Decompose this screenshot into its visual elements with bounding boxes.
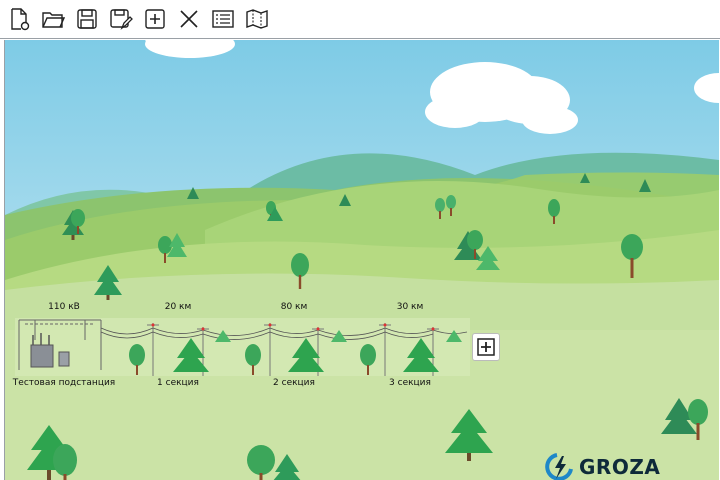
section-3-label[interactable]: 3 секция <box>389 378 431 388</box>
open-button[interactable] <box>39 5 67 33</box>
add-section-button[interactable] <box>472 333 500 361</box>
section-1-label[interactable]: 1 секция <box>157 378 199 388</box>
add-button[interactable] <box>141 5 169 33</box>
logo-text: GROZA <box>579 455 661 479</box>
map-button[interactable] <box>243 5 271 33</box>
close-button[interactable] <box>175 5 203 33</box>
voltage-label: 110 кВ <box>48 302 80 312</box>
section-2-length: 80 км <box>280 302 308 312</box>
list-button[interactable] <box>209 5 237 33</box>
power-line-scheme <box>15 318 470 376</box>
section-2-label[interactable]: 2 секция <box>273 378 315 388</box>
new-file-icon <box>11 8 30 31</box>
lightning-logo-icon <box>545 453 573 480</box>
landscape-background <box>5 40 719 480</box>
map-icon <box>246 9 268 29</box>
section-1-length: 20 км <box>164 302 192 312</box>
save-as-button[interactable] <box>107 5 135 33</box>
save-icon <box>77 9 97 29</box>
save-button[interactable] <box>73 5 101 33</box>
groza-logo: GROZA <box>543 453 660 480</box>
close-icon <box>180 10 198 28</box>
scheme-canvas[interactable]: 110 кВ 20 км 80 км 30 км Тестовая подста… <box>4 40 719 480</box>
open-folder-icon <box>42 12 65 28</box>
new-file-button[interactable] <box>5 5 33 33</box>
save-as-icon <box>110 9 133 30</box>
substation-label[interactable]: Тестовая подстанция <box>13 378 115 388</box>
add-icon <box>145 9 165 29</box>
section-3-length: 30 км <box>396 302 424 312</box>
add-icon <box>477 338 495 356</box>
list-icon <box>212 10 234 28</box>
toolbar <box>0 0 720 39</box>
